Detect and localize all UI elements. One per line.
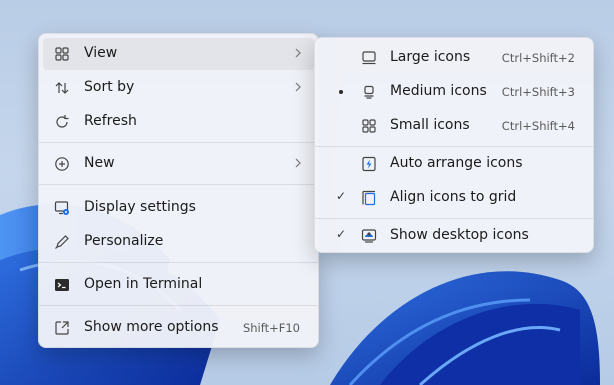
menu-item-open-in-terminal[interactable]: Open in Terminal xyxy=(43,269,314,301)
menu-separator xyxy=(315,146,593,147)
submenu-item-label: Show desktop icons xyxy=(390,227,529,243)
menu-item-display-settings[interactable]: Display settings xyxy=(43,192,314,224)
submenu-item-medium-icons[interactable]: Medium icons Ctrl+Shift+3 xyxy=(319,76,589,108)
menu-item-personalize[interactable]: Personalize xyxy=(43,226,314,258)
menu-item-label: Sort by xyxy=(84,79,135,95)
submenu-item-auto-arrange-icons[interactable]: Auto arrange icons xyxy=(319,148,589,180)
display-settings-icon xyxy=(54,200,70,216)
submenu-item-label: Medium icons xyxy=(390,83,487,99)
chevron-right-icon xyxy=(294,80,302,94)
pen-icon xyxy=(54,234,70,250)
grid-icon xyxy=(54,46,70,62)
menu-item-label: Display settings xyxy=(84,199,196,215)
terminal-icon xyxy=(54,277,70,293)
submenu-item-label: Align icons to grid xyxy=(390,189,517,205)
show-desktop-icon xyxy=(361,228,377,244)
submenu-item-label: Large icons xyxy=(390,49,471,65)
medium-icons-icon xyxy=(361,84,377,100)
share-icon xyxy=(54,320,70,336)
menu-item-new[interactable]: New xyxy=(43,148,314,180)
menu-item-show-more-options[interactable]: Show more options Shift+F10 xyxy=(43,312,314,344)
shortcut-text: Ctrl+Shift+2 xyxy=(501,51,575,65)
checkmark-icon: ✓ xyxy=(335,227,347,241)
desktop-context-menu: View Sort by Refresh New Display setting… xyxy=(38,33,319,348)
menu-separator xyxy=(39,262,318,263)
menu-item-label: Open in Terminal xyxy=(84,276,203,292)
submenu-item-small-icons[interactable]: Small icons Ctrl+Shift+4 xyxy=(319,110,589,142)
menu-separator xyxy=(39,142,318,143)
menu-separator xyxy=(39,184,318,185)
menu-item-refresh[interactable]: Refresh xyxy=(43,106,314,138)
small-icons-icon xyxy=(361,118,377,134)
checkmark-icon: ✓ xyxy=(335,189,347,203)
submenu-item-align-icons-to-grid[interactable]: ✓ Align icons to grid xyxy=(319,182,589,214)
menu-item-label: Show more options xyxy=(84,319,219,335)
submenu-item-large-icons[interactable]: Large icons Ctrl+Shift+2 xyxy=(319,42,589,74)
refresh-icon xyxy=(54,114,70,130)
menu-separator xyxy=(39,305,318,306)
submenu-item-label: Auto arrange icons xyxy=(390,155,523,171)
menu-item-label: View xyxy=(84,45,118,61)
align-grid-icon xyxy=(361,190,377,206)
chevron-right-icon xyxy=(294,46,302,60)
submenu-item-label: Small icons xyxy=(390,117,470,133)
large-icons-icon xyxy=(361,50,377,66)
selected-dot-indicator xyxy=(339,90,343,94)
sort-icon xyxy=(54,80,70,96)
menu-item-view[interactable]: View xyxy=(43,38,314,70)
shortcut-text: Ctrl+Shift+3 xyxy=(501,85,575,99)
shortcut-text: Ctrl+Shift+4 xyxy=(501,119,575,133)
menu-item-label: New xyxy=(84,155,115,171)
submenu-item-show-desktop-icons[interactable]: ✓ Show desktop icons xyxy=(319,220,589,252)
menu-separator xyxy=(315,218,593,219)
menu-item-sort-by[interactable]: Sort by xyxy=(43,72,314,104)
menu-item-label: Personalize xyxy=(84,233,164,249)
shortcut-text: Shift+F10 xyxy=(242,321,300,335)
view-submenu: Large icons Ctrl+Shift+2 Medium icons Ct… xyxy=(314,37,594,253)
auto-arrange-icon xyxy=(361,156,377,172)
chevron-right-icon xyxy=(294,156,302,170)
plus-circle-icon xyxy=(54,156,70,172)
menu-item-label: Refresh xyxy=(84,113,137,129)
